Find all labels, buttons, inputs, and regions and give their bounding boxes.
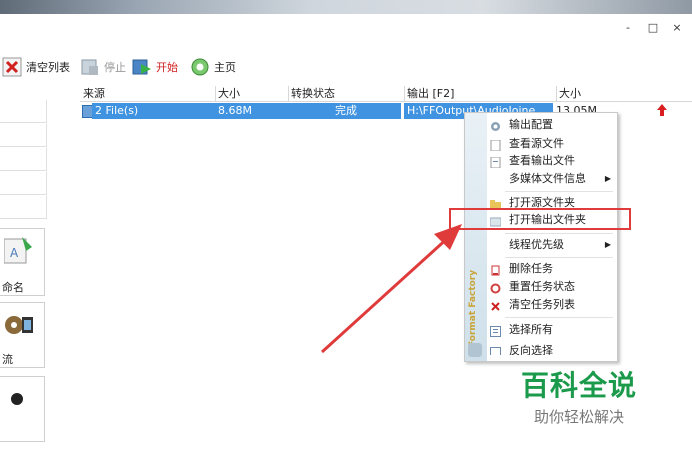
video-label: 流 [2, 353, 13, 366]
left-panel-row[interactable] [0, 100, 47, 123]
menu-item-label: 输出配置 [509, 118, 553, 131]
left-panel-row[interactable] [0, 124, 47, 147]
start-button[interactable]: 开始 [132, 52, 178, 82]
desktop-background [0, 0, 692, 14]
context-menu: Format Factory 输出配置 查看源文件 查看输出文件 多媒体文件信息… [464, 112, 618, 362]
submenu-arrow-icon: ▶ [604, 174, 611, 183]
reset-icon [490, 281, 501, 294]
clear-list-label: 清空列表 [26, 61, 70, 74]
annotation-arrow [320, 224, 462, 354]
menu-item-label: 删除任务 [509, 262, 553, 275]
watermark: 百科全说 助你轻松解决 [514, 364, 644, 426]
rename-icon: A [3, 235, 34, 270]
document-icon [490, 155, 501, 169]
folder-icon [490, 197, 501, 209]
start-label: 开始 [156, 61, 178, 74]
menu-item-delete-task[interactable]: 删除任务 [487, 259, 617, 279]
menu-item-invert-selection[interactable]: 反向选择 [487, 341, 617, 355]
rename-tool-button[interactable]: A 命名 [0, 228, 45, 296]
highlight-box [449, 208, 631, 230]
menu-item-view-output[interactable]: 查看输出文件 [487, 151, 617, 171]
select-all-icon [490, 324, 501, 337]
menu-separator [505, 317, 613, 318]
left-panel-row[interactable] [0, 196, 47, 219]
stop-icon [80, 57, 100, 77]
left-panel: A 命名 流 [0, 100, 47, 456]
header-status[interactable]: 转换状态 [288, 86, 405, 101]
home-icon [190, 57, 210, 77]
cell-size: 8.68M [215, 103, 288, 119]
menu-strip-brand: Format Factory [468, 269, 478, 347]
menu-item-output-config[interactable]: 输出配置 [487, 115, 617, 135]
video-tool-button[interactable]: 流 [0, 302, 45, 368]
home-label: 主页 [214, 61, 236, 74]
submenu-arrow-icon: ▶ [604, 240, 611, 249]
priority-up-icon [657, 104, 667, 119]
watermark-subtitle: 助你轻松解决 [533, 408, 624, 426]
clear-icon [490, 299, 501, 311]
menu-item-media-info[interactable]: 多媒体文件信息 ▶ [487, 169, 617, 189]
menu-item-label: 选择所有 [509, 323, 553, 336]
delete-icon [490, 263, 501, 276]
clear-list-icon [2, 57, 22, 77]
left-panel-row[interactable] [0, 172, 47, 195]
film-reel-icon [4, 311, 34, 344]
cell-status: 完成 [288, 103, 401, 119]
menu-item-label: 查看输出文件 [509, 154, 575, 167]
svg-text:A: A [10, 246, 19, 260]
menu-item-label: 清空任务列表 [509, 298, 575, 311]
left-panel-row[interactable] [0, 148, 47, 171]
format-factory-logo-icon [468, 343, 482, 357]
menu-item-clear-task-list[interactable]: 清空任务列表 [487, 295, 617, 315]
toolbar: 清空列表 停止 开始 主页 [0, 52, 692, 84]
invert-icon [490, 345, 501, 355]
menu-item-label: 多媒体文件信息 [509, 172, 586, 185]
disc-icon [10, 389, 24, 412]
stop-button[interactable]: 停止 [80, 52, 126, 82]
header-source[interactable]: 来源 [80, 86, 216, 101]
minimize-button[interactable]: - [620, 20, 636, 36]
menu-item-label: 线程优先级 [509, 238, 564, 251]
watermark-title: 百科全说 [520, 369, 637, 402]
menu-separator [505, 233, 613, 234]
rename-label: 命名 [2, 281, 24, 294]
start-icon [132, 57, 152, 77]
clear-list-button[interactable]: 清空列表 [2, 52, 70, 82]
menu-item-thread-priority[interactable]: 线程优先级 ▶ [487, 235, 617, 255]
gear-icon [490, 119, 501, 131]
cell-source: 2 File(s) [92, 103, 218, 119]
disc-tool-button[interactable] [0, 376, 45, 442]
header-size[interactable]: 大小 [215, 86, 289, 101]
menu-item-select-all[interactable]: 选择所有 [487, 320, 617, 340]
table-header: 来源 大小 转换状态 输出 [F2] 大小 [80, 86, 692, 102]
document-icon [490, 138, 501, 152]
maximize-button[interactable]: □ [645, 20, 661, 36]
title-bar: - □ × [0, 14, 692, 44]
header-output-size[interactable]: 大小 [556, 86, 689, 101]
header-output[interactable]: 输出 [F2] [404, 86, 557, 101]
home-button[interactable]: 主页 [190, 52, 236, 82]
menu-separator [505, 191, 613, 192]
menu-item-label: 反向选择 [509, 344, 553, 355]
close-button[interactable]: × [669, 20, 685, 36]
stop-label: 停止 [104, 61, 126, 74]
menu-item-label: 重置任务状态 [509, 280, 575, 293]
menu-separator [505, 257, 613, 258]
menu-item-reset-status[interactable]: 重置任务状态 [487, 277, 617, 297]
